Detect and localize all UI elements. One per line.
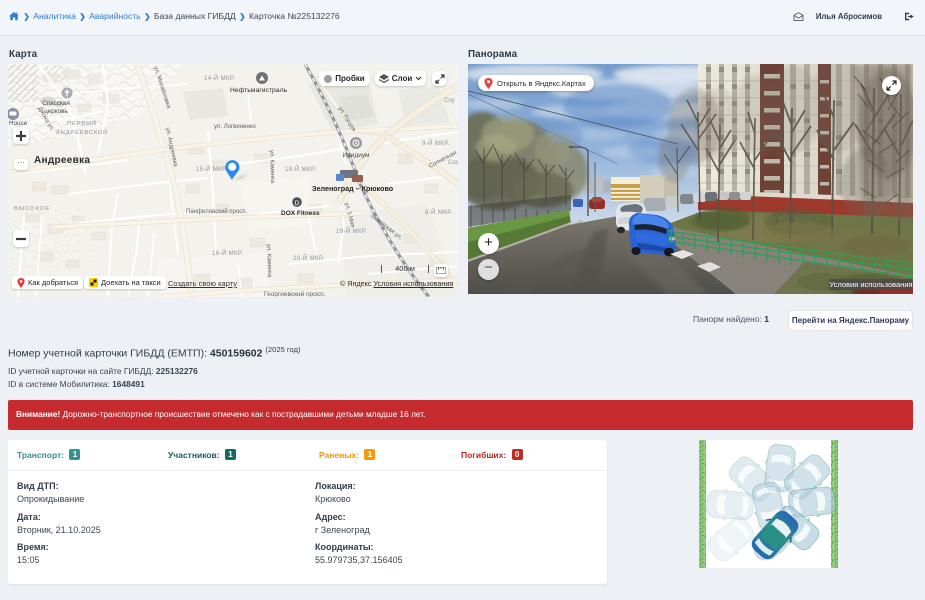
svg-text:церковь: церковь xyxy=(44,108,68,115)
svg-text:20-Й МКР.: 20-Й МКР. xyxy=(293,254,324,262)
svg-text:ВЫСОКОЕ: ВЫСОКОЕ xyxy=(14,206,50,212)
svg-text:9-Й МКР.: 9-Й МКР. xyxy=(422,139,450,147)
svg-text:ул. Каменка: ул. Каменка xyxy=(265,244,272,278)
svg-text:15-Й МКР.: 15-Й МКР. xyxy=(196,165,227,173)
svg-text:D: D xyxy=(295,200,300,207)
svg-text:18-Й МКР.: 18-Й МКР. xyxy=(285,165,316,173)
svg-text:16-Й МКР.: 16-Й МКР. xyxy=(212,249,243,257)
svg-text:Георгиевский просп.: Георгиевский просп. xyxy=(264,290,326,297)
svg-text:ул. Каменка: ул. Каменка xyxy=(268,150,275,184)
svg-text:Андреевка: Андреевка xyxy=(34,155,90,166)
svg-text:Спу: Спу xyxy=(444,98,455,104)
svg-text:Нефтьмагистраль: Нефтьмагистраль xyxy=(230,87,288,94)
svg-text:House: House xyxy=(9,120,28,127)
svg-text:Панфиловский просп.: Панфиловский просп. xyxy=(186,208,247,215)
svg-text:DOX Fitness: DOX Fitness xyxy=(281,210,320,217)
svg-text:Зеленоград – Крюково: Зеленоград – Крюково xyxy=(312,184,394,193)
svg-text:АНДРЕЕВСКИЙ: АНДРЕЕВСКИЙ xyxy=(56,128,108,136)
svg-text:14-Й МКР.: 14-Й МКР. xyxy=(204,74,235,82)
svg-text:Условия использования: Условия использования xyxy=(829,280,912,289)
svg-text:8-Й МКР.: 8-Й МКР. xyxy=(425,208,453,216)
svg-text:Иридиум: Иридиум xyxy=(343,152,371,159)
svg-text:ул. Логвиненко: ул. Логвиненко xyxy=(214,124,256,130)
svg-text:19-Й МКР.: 19-Й МКР. xyxy=(336,227,367,235)
svg-text:ПЕРВЫЙ: ПЕРВЫЙ xyxy=(67,119,97,127)
svg-text:Сосн: Сосн xyxy=(448,160,458,166)
svg-text:Спасская: Спасская xyxy=(42,100,70,107)
